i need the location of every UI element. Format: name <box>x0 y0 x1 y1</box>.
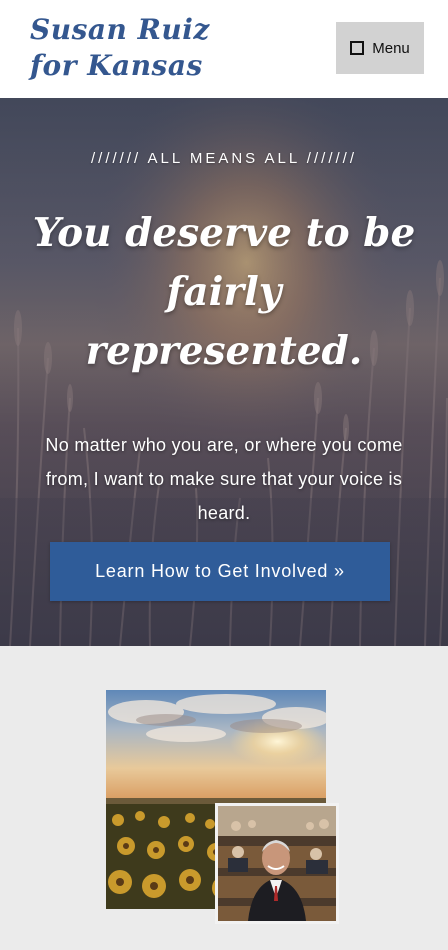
logo-line-2[interactable]: for Kansas <box>30 48 210 84</box>
site-header: Susan Ruiz for Kansas Menu <box>0 0 448 98</box>
site-logo[interactable]: Susan Ruiz for Kansas <box>30 12 210 84</box>
get-involved-button[interactable]: Learn How to Get Involved » <box>50 542 390 601</box>
menu-icon <box>350 41 365 55</box>
hero-eyebrow: /////// ALL MEANS ALL /////// <box>91 150 357 167</box>
hero-headline: You deserve to be fairly represented. <box>32 210 416 374</box>
candidate-portrait-image <box>218 806 336 921</box>
menu-button[interactable]: Menu <box>336 22 424 74</box>
hero-section: /////// ALL MEANS ALL /////// You deserv… <box>0 98 448 646</box>
hero-body-text: No matter who you are, or where you come… <box>45 435 403 523</box>
menu-label: Menu <box>372 39 410 57</box>
hero-content: /////// ALL MEANS ALL /////// You deserv… <box>0 98 448 646</box>
logo-line-1[interactable]: Susan Ruiz <box>30 12 210 48</box>
candidate-portrait-photo <box>218 806 336 921</box>
